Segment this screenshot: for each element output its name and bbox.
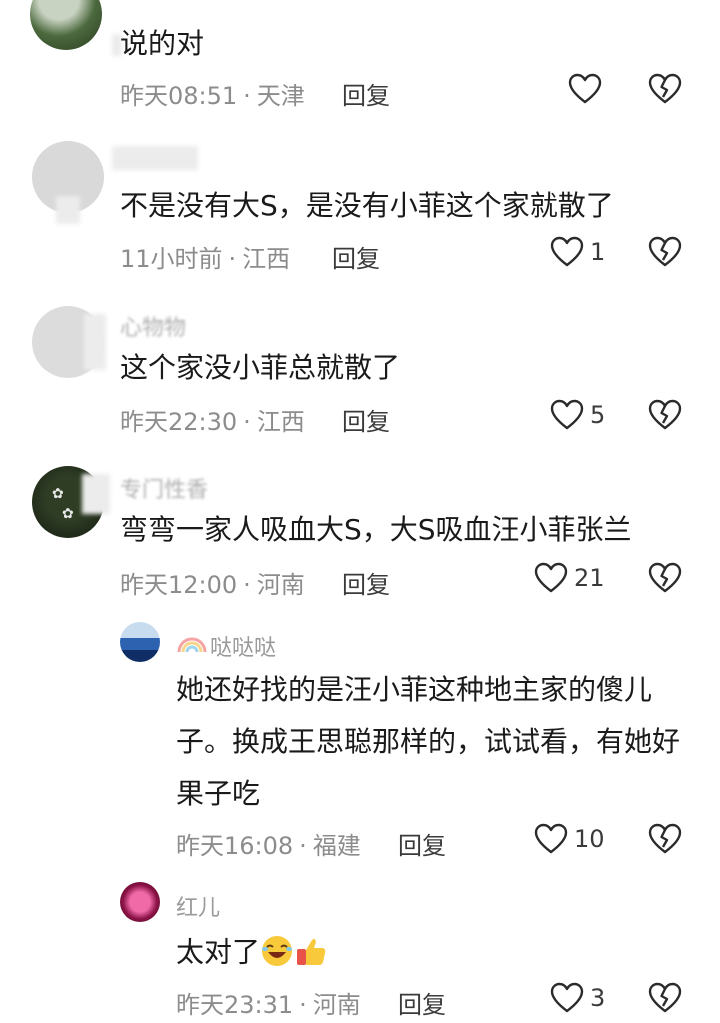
like-count: 1 bbox=[590, 238, 606, 266]
comment-time: 昨天23:31 bbox=[176, 991, 294, 1019]
dislike-button[interactable] bbox=[648, 823, 682, 859]
reply-button[interactable]: 回复 bbox=[342, 565, 390, 600]
comment-region: 江西 bbox=[256, 408, 305, 436]
like-button[interactable]: 3 bbox=[550, 982, 605, 1014]
comment-text: 不是没有大S，是没有小菲这个家就散了 bbox=[120, 189, 614, 222]
broken-heart-icon bbox=[648, 73, 682, 105]
broken-heart-icon bbox=[648, 982, 682, 1014]
comment-username[interactable]: 哒哒哒 bbox=[210, 630, 276, 662]
reply-button[interactable]: 回复 bbox=[342, 76, 390, 111]
like-button[interactable]: 21 bbox=[534, 562, 605, 594]
like-count: 21 bbox=[574, 564, 605, 592]
like-count: 10 bbox=[574, 825, 605, 853]
heart-outline-icon bbox=[550, 982, 584, 1014]
dislike-button[interactable] bbox=[648, 399, 682, 435]
comment-region: 河南 bbox=[256, 571, 305, 599]
blurred-region bbox=[84, 314, 106, 370]
reply-button[interactable]: 回复 bbox=[332, 239, 380, 274]
flower-icon: ✿ bbox=[62, 506, 74, 522]
avatar[interactable] bbox=[120, 622, 160, 662]
reply-button[interactable]: 回复 bbox=[398, 826, 446, 861]
meta-separator: · bbox=[228, 245, 237, 273]
flower-icon: ✿ bbox=[52, 486, 64, 502]
comment-text: 这个家没小菲总就散了 bbox=[120, 351, 401, 384]
comment-meta: 昨天16:08 · 福建 bbox=[176, 826, 361, 861]
meta-separator: · bbox=[243, 408, 251, 436]
blurred-username bbox=[112, 146, 198, 170]
like-button[interactable]: 5 bbox=[550, 399, 605, 431]
like-button[interactable]: 10 bbox=[534, 823, 605, 855]
broken-heart-icon bbox=[648, 562, 682, 594]
broken-heart-icon bbox=[648, 823, 682, 855]
blurred-region bbox=[82, 474, 110, 514]
meta-separator: · bbox=[299, 991, 307, 1019]
meta-separator: · bbox=[243, 82, 251, 110]
rainbow-icon bbox=[176, 630, 208, 654]
avatar[interactable] bbox=[120, 882, 160, 922]
comment-text: 弯弯一家人吸血大S，大S吸血汪小菲张兰 bbox=[120, 513, 632, 546]
thumbs-up-emoji-icon bbox=[294, 934, 328, 973]
comment-meta: 昨天08:51 · 天津 bbox=[120, 76, 305, 111]
comment-time: 11小时前 bbox=[120, 245, 223, 273]
comment-region: 福建 bbox=[312, 832, 361, 860]
reply-button[interactable]: 回复 bbox=[398, 985, 446, 1020]
dislike-button[interactable] bbox=[648, 562, 682, 598]
comment-region: 江西 bbox=[242, 245, 291, 273]
comment-meta: 11小时前 · 江西 bbox=[120, 239, 290, 274]
comment-text-row: 太对了 bbox=[176, 934, 328, 973]
comment-text: 她还好找的是汪小菲这种地主家的傻儿子。换成王思聪那样的，试试看，有她好果子吃 bbox=[176, 673, 681, 810]
heart-outline-icon bbox=[534, 562, 568, 594]
meta-separator: · bbox=[243, 571, 251, 599]
heart-outline-icon bbox=[550, 236, 584, 268]
comment-time: 昨天16:08 bbox=[176, 832, 294, 860]
avatar[interactable] bbox=[30, 0, 102, 50]
reply-button[interactable]: 回复 bbox=[342, 402, 390, 437]
blurred-region bbox=[56, 196, 80, 224]
comment-meta: 昨天12:00 · 河南 bbox=[120, 565, 305, 600]
comment-username[interactable]: 专门性香 bbox=[120, 472, 208, 504]
comment-time: 昨天12:00 bbox=[120, 571, 238, 599]
meta-separator: · bbox=[299, 832, 307, 860]
broken-heart-icon bbox=[648, 236, 682, 268]
comment-text: 太对了 bbox=[176, 935, 261, 969]
comment-meta: 昨天22:30 · 江西 bbox=[120, 402, 305, 437]
comment-time: 昨天22:30 bbox=[120, 408, 238, 436]
heart-outline-icon bbox=[568, 73, 602, 105]
comment-text: 说的对 bbox=[120, 27, 205, 60]
comment-username[interactable]: 心物物 bbox=[120, 310, 186, 342]
dislike-button[interactable] bbox=[648, 982, 682, 1018]
comment-username[interactable]: 红儿 bbox=[176, 890, 220, 922]
like-button[interactable]: 1 bbox=[550, 236, 605, 268]
like-button[interactable] bbox=[568, 73, 602, 105]
dislike-button[interactable] bbox=[648, 236, 682, 272]
comment-region: 天津 bbox=[256, 82, 305, 110]
comment-meta: 昨天23:31 · 河南 bbox=[176, 985, 361, 1020]
like-count: 3 bbox=[590, 984, 606, 1012]
dislike-button[interactable] bbox=[648, 73, 682, 109]
comment-time: 昨天08:51 bbox=[120, 82, 238, 110]
laughing-emoji-icon bbox=[260, 934, 294, 973]
heart-outline-icon bbox=[534, 823, 568, 855]
broken-heart-icon bbox=[648, 399, 682, 431]
like-count: 5 bbox=[590, 401, 606, 429]
heart-outline-icon bbox=[550, 399, 584, 431]
comment-region: 河南 bbox=[312, 991, 361, 1019]
